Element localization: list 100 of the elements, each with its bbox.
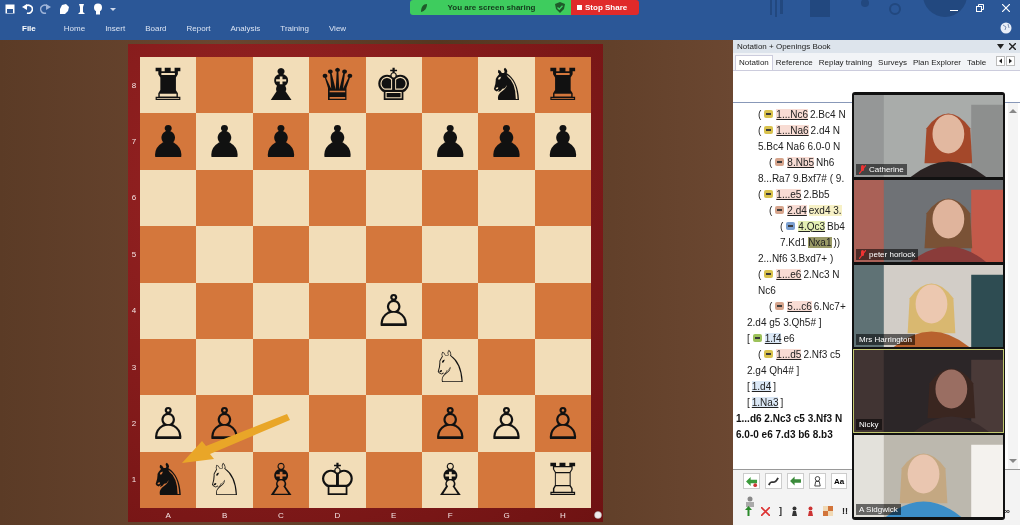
video-tile[interactable]: Nicky <box>853 349 1004 433</box>
board-square[interactable]: ♗ <box>421 451 479 509</box>
variation-move[interactable]: 1...Na6 <box>776 124 809 136</box>
pawn-icon[interactable] <box>791 506 798 516</box>
board-square[interactable] <box>365 451 422 509</box>
board-square[interactable]: ♜ <box>534 57 592 114</box>
collapse-icon[interactable] <box>764 350 774 358</box>
variation-move[interactable]: 4.Qc3 <box>798 220 826 232</box>
collapse-icon[interactable] <box>775 158 785 166</box>
chess-piece[interactable]: ♙ <box>148 401 188 446</box>
chess-piece[interactable]: ♟ <box>317 119 358 164</box>
video-tile[interactable]: A Sidgwick <box>853 434 1004 518</box>
annotation-symbol[interactable]: ] <box>779 506 782 516</box>
scroll-left-icon[interactable] <box>996 56 1005 66</box>
redo-icon[interactable] <box>40 3 51 14</box>
tool-button[interactable] <box>765 473 782 489</box>
chess-piece[interactable]: ♜ <box>148 63 188 108</box>
board-square[interactable]: ♗ <box>252 451 310 509</box>
stop-share-button[interactable]: Stop Share <box>571 0 640 15</box>
chess-piece[interactable]: ♛ <box>317 63 358 108</box>
chess-piece[interactable]: ♙ <box>543 401 583 446</box>
board-square[interactable]: ♘ <box>421 338 479 396</box>
board-square[interactable] <box>140 338 197 396</box>
board-square[interactable] <box>478 338 535 396</box>
board-square[interactable]: ♙ <box>421 395 479 452</box>
variation-move[interactable]: 2.d4 <box>787 204 807 216</box>
chess-piece[interactable]: ♗ <box>261 457 301 502</box>
panel-tab[interactable]: Plan Explorer <box>910 56 965 70</box>
collapse-icon[interactable] <box>764 110 774 118</box>
board-square[interactable]: ♔ <box>309 451 366 509</box>
variation-move[interactable]: 1...e6 <box>776 268 802 280</box>
ribbon-tab[interactable]: Board <box>135 24 177 33</box>
collapse-icon[interactable] <box>764 126 774 134</box>
board-square[interactable]: ♖ <box>534 451 592 509</box>
cross-icon[interactable] <box>761 506 770 516</box>
ribbon-tab[interactable]: Insert <box>95 24 136 33</box>
board-square[interactable]: ♟ <box>140 113 197 170</box>
board-square[interactable]: ♘ <box>196 451 253 509</box>
chess-piece[interactable]: ♝ <box>261 63 301 108</box>
scrollbar[interactable] <box>1008 103 1018 469</box>
board-square[interactable]: ♟ <box>534 113 592 170</box>
chess-piece[interactable]: ♖ <box>543 457 583 502</box>
board-square[interactable] <box>252 226 310 283</box>
dropdown-icon[interactable] <box>997 44 1004 49</box>
collapse-icon[interactable] <box>786 222 796 230</box>
up-arrow-icon[interactable] <box>745 506 752 516</box>
variation-move[interactable]: 8.Nb5 <box>787 156 815 168</box>
board-square[interactable] <box>365 338 422 396</box>
board-square[interactable]: ♟ <box>196 113 253 170</box>
video-tile[interactable]: Mrs Harrington <box>853 264 1004 348</box>
board-square[interactable] <box>140 169 197 227</box>
ribbon-tab[interactable]: Report <box>176 24 221 33</box>
chess-piece[interactable]: ♟ <box>543 119 583 164</box>
board-square[interactable] <box>309 338 366 396</box>
ribbon-tab[interactable]: Training <box>270 24 319 33</box>
chess-piece[interactable]: ♟ <box>261 119 301 164</box>
chess-piece[interactable]: ♜ <box>543 63 583 108</box>
variation-move[interactable]: 1...Nc6 <box>776 108 809 120</box>
chess-piece[interactable]: ♔ <box>317 457 358 502</box>
board-square[interactable] <box>534 226 592 283</box>
panel-tab[interactable]: Notation <box>735 55 773 70</box>
variation-move[interactable]: 5...c6 <box>787 300 812 312</box>
video-tile[interactable]: Catherine <box>853 94 1004 178</box>
board-square[interactable] <box>252 169 310 227</box>
chess-piece[interactable]: ♞ <box>148 457 188 502</box>
board-icon[interactable] <box>823 506 833 516</box>
chess-piece[interactable]: ♘ <box>204 457 245 502</box>
scroll-down-icon[interactable] <box>1009 458 1017 464</box>
panel-tab[interactable]: Surveys <box>875 56 910 70</box>
board-square[interactable]: ♟ <box>421 113 479 170</box>
collapse-icon[interactable] <box>764 190 774 198</box>
board-square[interactable] <box>252 282 310 339</box>
current-move[interactable]: Nxa1 <box>808 236 832 248</box>
board-square[interactable]: ♜ <box>140 57 197 114</box>
chess-piece[interactable]: ♚ <box>374 63 414 108</box>
chess-piece[interactable]: ♟ <box>486 119 527 164</box>
undo-icon[interactable] <box>22 3 33 14</box>
chess-piece[interactable]: ♗ <box>430 457 470 502</box>
board-square[interactable]: ♚ <box>365 57 422 114</box>
chess-piece[interactable]: ♟ <box>148 119 188 164</box>
variation-move[interactable]: 1.Na3 <box>751 396 779 408</box>
panel-tab[interactable]: Reference <box>772 56 816 70</box>
close-icon[interactable] <box>1009 43 1016 50</box>
variation-move[interactable]: 1...d5 <box>776 348 802 360</box>
board-square[interactable] <box>196 338 253 396</box>
chess-piece[interactable]: ♙ <box>486 401 527 446</box>
board-square[interactable] <box>534 282 592 339</box>
tool-button[interactable] <box>809 473 826 489</box>
board-square[interactable]: ♙ <box>140 395 197 452</box>
globe-icon[interactable] <box>1000 22 1012 34</box>
board-square[interactable]: ♟ <box>478 113 535 170</box>
variation-move[interactable]: 1...e5 <box>776 188 802 200</box>
ribbon-tab[interactable]: File <box>12 24 54 33</box>
chess-piece[interactable]: ♙ <box>430 401 470 446</box>
save-icon[interactable] <box>5 3 15 14</box>
board-square[interactable] <box>252 338 310 396</box>
scroll-up-icon[interactable] <box>1009 108 1017 114</box>
board-square[interactable]: ♞ <box>140 451 197 509</box>
board-square[interactable]: ♙ <box>478 395 535 452</box>
chess-piece[interactable]: ♟ <box>430 119 470 164</box>
